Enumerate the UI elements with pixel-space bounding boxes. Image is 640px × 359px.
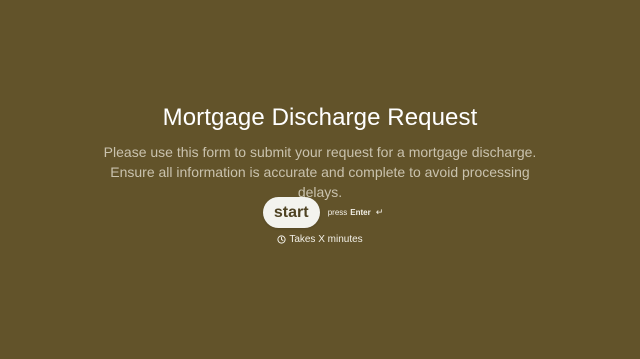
enter-key-label: Enter xyxy=(350,208,371,217)
enter-key-icon: ↵ xyxy=(375,207,384,217)
start-button[interactable]: start xyxy=(262,197,320,228)
time-estimate-text: Takes X minutes xyxy=(289,234,363,245)
clock-icon xyxy=(277,235,286,244)
form-description: Please use this form to submit your requ… xyxy=(103,144,537,200)
start-action-row: start press Enter ↵ xyxy=(0,197,640,228)
keyboard-hint: press Enter ↵ xyxy=(327,207,384,218)
page-title: Mortgage Discharge Request xyxy=(162,104,478,131)
welcome-screen: Mortgage Discharge Request Please use th… xyxy=(0,0,640,359)
time-estimate: Takes X minutes xyxy=(0,234,640,245)
press-label: press xyxy=(327,208,348,217)
